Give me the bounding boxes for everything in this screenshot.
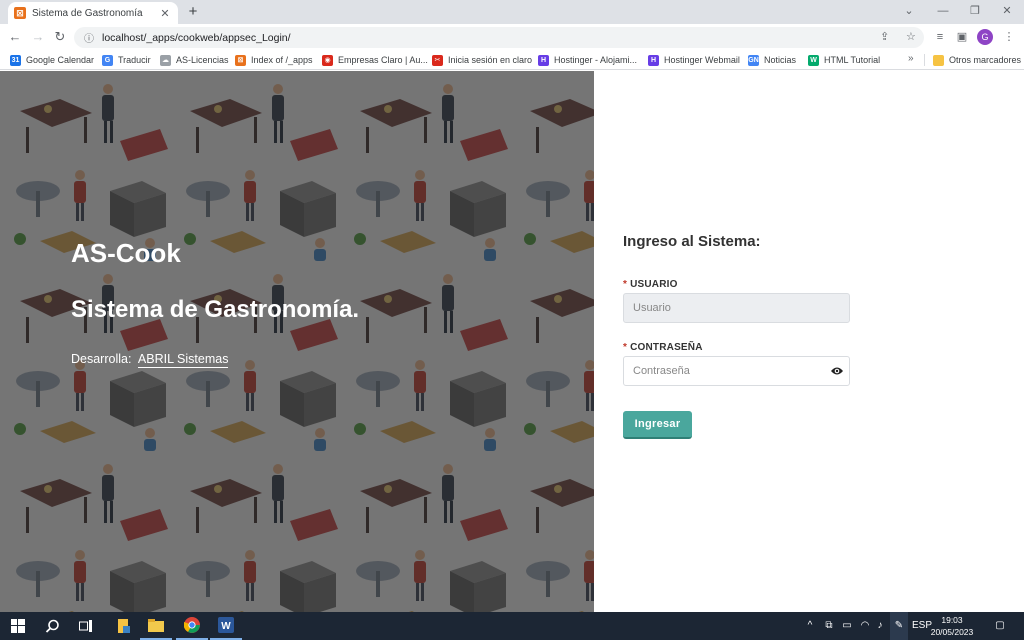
media-queue-icon[interactable]: ≡ — [932, 29, 948, 45]
bookmark-label: AS-Licencias — [176, 55, 229, 65]
bookmark-item[interactable]: ☁ AS-Licencias — [160, 53, 229, 67]
bookmark-item[interactable]: W HTML Tutorial — [808, 53, 880, 67]
tab-search-chevron-icon[interactable]: ⌄ — [892, 0, 926, 24]
volume-icon[interactable]: ♪ — [872, 612, 888, 640]
task-view-icon[interactable] — [70, 612, 102, 640]
login-heading: Ingreso al Sistema: — [623, 233, 761, 250]
restore-window-icon[interactable]: ❐ — [958, 0, 992, 24]
pen-ink-icon[interactable]: ✎ — [890, 612, 908, 640]
app-brand: AS-Cook — [71, 238, 181, 268]
bookmarks-bar: » Otros marcadores 31 Google Calendar G Tra… — [0, 50, 1024, 70]
login-page: AS-Cook Sistema de Gastronomía. Desarrol… — [0, 71, 1024, 612]
bookmark-label: Hostinger Webmail — [664, 55, 740, 65]
hero-dark-overlay — [0, 71, 594, 612]
password-label: * CONTRASEÑA — [623, 342, 703, 353]
bookmark-favicon-icon: H — [538, 54, 549, 66]
new-tab-button[interactable]: + — [184, 3, 202, 21]
reload-icon[interactable]: ↻ — [51, 28, 69, 46]
bookmark-favicon-icon: H — [648, 54, 659, 66]
back-arrow-icon[interactable]: ← — [6, 28, 24, 46]
close-window-icon[interactable]: ✕ — [990, 0, 1024, 24]
bookmark-star-icon[interactable]: ☆ — [906, 27, 916, 48]
clock-date: 20/05/2023 — [930, 627, 974, 637]
bookmark-favicon-icon: G — [102, 54, 113, 66]
bookmark-favicon-icon: GN — [748, 54, 759, 66]
tray-meet-icon[interactable]: ⧉ — [821, 612, 837, 640]
search-icon[interactable] — [36, 612, 68, 640]
bookmark-favicon-icon: W — [808, 54, 819, 66]
notifications-icon[interactable]: ▢ — [990, 612, 1010, 640]
username-input[interactable] — [623, 293, 850, 323]
hero-panel: AS-Cook Sistema de Gastronomía. Desarrol… — [0, 71, 594, 612]
bookmark-favicon-icon: ⊠ — [235, 54, 246, 66]
bookmarks-overflow-icon[interactable]: » — [908, 53, 914, 64]
windows-taskbar: W ^ ⧉ ▭ ◠ ♪ ✎ ESP 19:03 20/05/2023 ▢ — [0, 612, 1024, 640]
app-title: Sistema de Gastronomía. — [71, 296, 360, 323]
file-explorer-icon[interactable] — [140, 612, 172, 640]
minimize-window-icon[interactable]: — — [926, 0, 960, 24]
svg-text:W: W — [221, 621, 231, 632]
bookmark-folder-label: Otros marcadores — [949, 55, 1022, 65]
word-icon[interactable]: W — [210, 612, 242, 640]
clock-time: 19:03 — [941, 615, 963, 625]
developer-link[interactable]: ABRIL Sistemas — [137, 352, 229, 368]
bookmark-favicon-icon: ✂ — [432, 54, 443, 66]
site-info-icon[interactable]: ⓘ — [84, 30, 94, 45]
chrome-icon[interactable] — [176, 612, 208, 640]
forward-arrow-icon[interactable]: → — [29, 28, 47, 46]
required-mark: * — [623, 342, 628, 353]
login-submit-button[interactable]: Ingresar — [623, 411, 692, 439]
bookmark-label: Google Calendar — [26, 55, 95, 65]
bookmark-item[interactable]: H Hostinger Webmail — [648, 53, 740, 67]
bookmark-label: Traducir — [118, 55, 151, 65]
bookmark-item[interactable]: ⊠ Index of /_apps — [235, 53, 313, 67]
bookmark-item[interactable]: G Traducir — [102, 53, 151, 67]
user-label-text: USUARIO — [630, 279, 678, 290]
menu-kebab-icon[interactable]: ⋮ — [1001, 29, 1017, 45]
password-label-text: CONTRASEÑA — [630, 342, 703, 353]
bookmarks-divider — [924, 54, 925, 66]
tab-title: Sistema de Gastronomía — [32, 7, 143, 19]
browser-tab-strip: ⊠ Sistema de Gastronomía ✕ + ⌄ — ❐ ✕ — [0, 0, 1024, 24]
user-label: * USUARIO — [623, 279, 678, 290]
browser-tab[interactable]: ⊠ Sistema de Gastronomía ✕ — [8, 2, 178, 24]
show-password-eye-icon[interactable] — [830, 365, 844, 377]
bookmark-label: Index of /_apps — [251, 55, 313, 65]
bookmark-label: Hostinger - Alojami... — [554, 55, 638, 65]
taskbar-clock[interactable]: 19:03 20/05/2023 — [930, 614, 974, 638]
tab-favicon-icon: ⊠ — [14, 7, 26, 19]
bookmark-folder-other[interactable]: Otros marcadores — [933, 53, 1021, 67]
bookmark-label: Noticias — [764, 55, 797, 65]
developer-credit: Desarrolla: ABRIL Sistemas — [71, 352, 229, 368]
bookmark-item[interactable]: GN Noticias — [748, 53, 796, 67]
bookmark-favicon-icon: ◉ — [322, 54, 333, 66]
file-note-icon[interactable] — [108, 612, 140, 640]
bookmark-label: Empresas Claro | Au... — [338, 55, 428, 65]
side-panel-icon[interactable]: ▣ — [954, 29, 970, 45]
address-url[interactable]: localhost/_apps/cookweb/appsec_Login/ — [102, 32, 291, 44]
bookmark-item[interactable]: H Hostinger - Alojami... — [538, 53, 637, 67]
wifi-icon[interactable]: ◠ — [857, 612, 873, 640]
developer-label: Desarrolla: — [71, 352, 132, 366]
profile-avatar[interactable]: G — [977, 29, 993, 45]
address-bar[interactable]: ⓘ localhost/_apps/cookweb/appsec_Login/ … — [74, 27, 924, 48]
bookmark-favicon-icon: ☁ — [160, 54, 171, 66]
browser-toolbar: ← → ↻ ⓘ localhost/_apps/cookweb/appsec_L… — [0, 24, 1024, 50]
tab-close-icon[interactable]: ✕ — [158, 7, 172, 20]
bookmark-label: Inicia sesión en claro — [448, 55, 533, 65]
windows-start-icon[interactable] — [2, 612, 34, 640]
required-mark: * — [623, 279, 628, 290]
bookmark-item[interactable]: 31 Google Calendar — [10, 53, 94, 67]
bookmark-item[interactable]: ◉ Empresas Claro | Au... — [322, 53, 428, 67]
bookmark-label: HTML Tutorial — [824, 55, 881, 65]
password-input[interactable] — [623, 356, 850, 386]
login-form-panel: Ingreso al Sistema: *USUARIO *CONTRASEÑA… — [594, 71, 1024, 612]
tray-chevron-icon[interactable]: ^ — [803, 612, 817, 640]
bookmark-favicon-icon: 31 — [10, 54, 21, 66]
share-icon[interactable]: ⇪ — [880, 27, 889, 48]
battery-icon[interactable]: ▭ — [839, 612, 855, 640]
folder-icon — [933, 54, 944, 66]
bookmark-item[interactable]: ✂ Inicia sesión en claro — [432, 53, 532, 67]
